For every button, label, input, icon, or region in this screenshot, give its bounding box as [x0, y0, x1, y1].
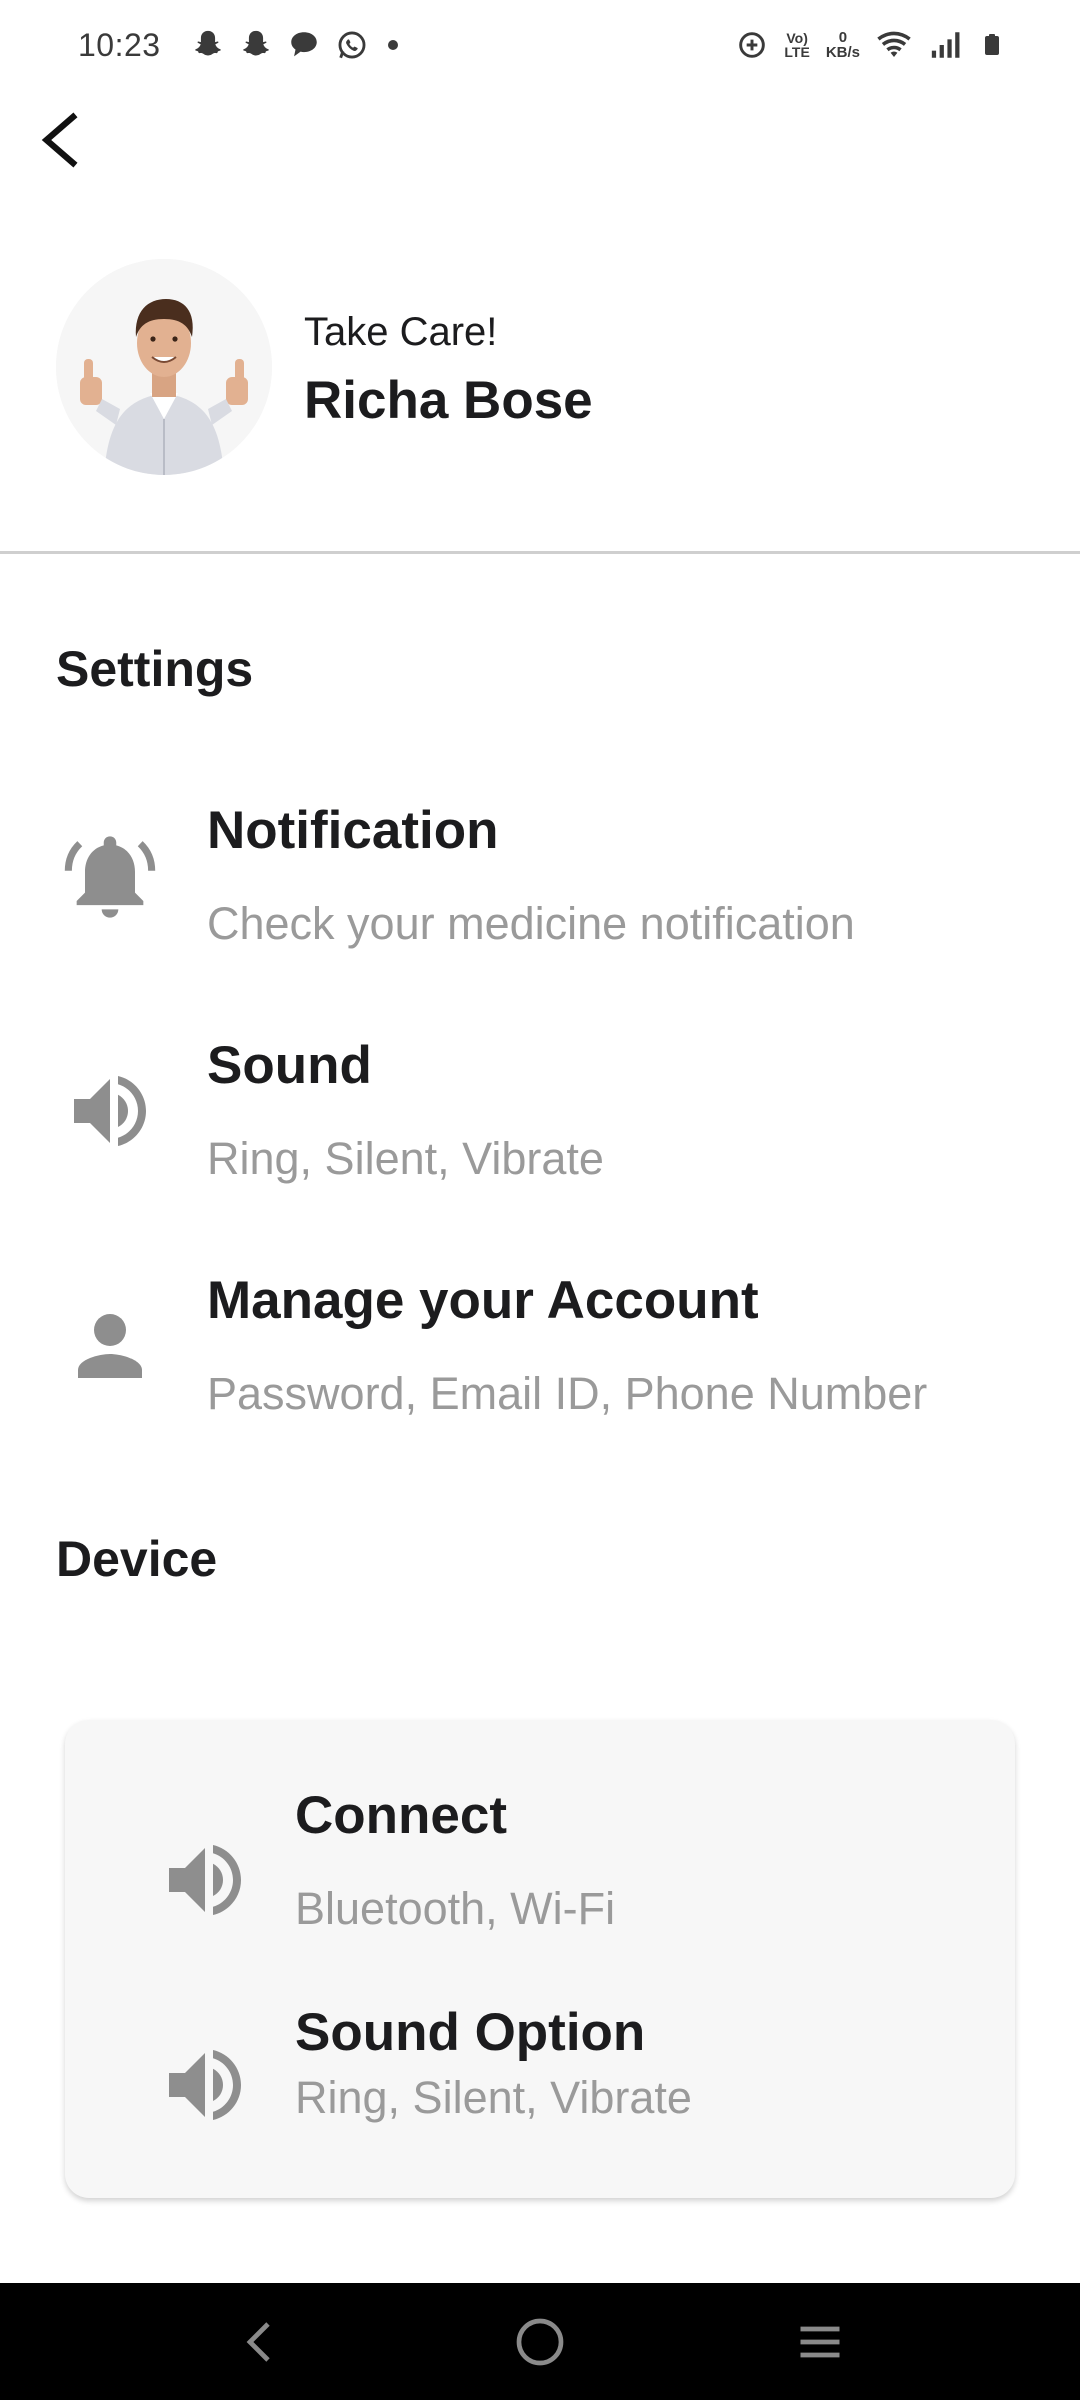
settings-section-title: Settings	[56, 641, 254, 697]
bell-icon	[58, 824, 162, 928]
settings-item-manage-account[interactable]: Manage your Account Password, Email ID, …	[0, 1270, 1080, 1470]
back-button[interactable]	[24, 104, 96, 176]
net-speed: 0 KB/s	[826, 30, 860, 60]
user-name: Richa Bose	[304, 371, 593, 430]
item-subtitle: Check your medicine notification	[207, 898, 855, 949]
speaker-icon	[58, 1059, 162, 1163]
nav-back-icon	[246, 2321, 270, 2362]
volte-indicator: Vo) LTE	[784, 31, 809, 59]
chat-bubble-icon	[290, 32, 317, 57]
snapchat-icon	[194, 30, 221, 56]
nav-back-button[interactable]	[210, 2302, 310, 2382]
item-title: Notification	[207, 801, 499, 860]
volte-top: Vo)	[786, 30, 808, 46]
system-nav-bar	[0, 2283, 1080, 2400]
item-title: Connect	[295, 1786, 507, 1845]
battery-icon	[985, 34, 999, 55]
whatsapp-icon	[338, 31, 366, 59]
notification-icons	[191, 28, 403, 62]
device-item-connect[interactable]: Connect Bluetooth, Wi-Fi	[65, 1785, 1015, 1985]
device-card: Connect Bluetooth, Wi-Fi Sound Option Ri…	[65, 1720, 1015, 2198]
item-title: Sound	[207, 1036, 372, 1095]
nav-home-button[interactable]	[490, 2302, 590, 2382]
person-icon	[58, 1294, 162, 1398]
greeting-text: Take Care!	[304, 310, 498, 354]
nav-home-icon	[516, 2318, 564, 2365]
item-title: Sound Option	[295, 2003, 646, 2062]
signal-icon	[931, 32, 960, 58]
net-speed-unit: KB/s	[825, 44, 860, 61]
status-left: 10:23	[78, 27, 403, 64]
item-subtitle: Ring, Silent, Vibrate	[207, 1133, 604, 1184]
net-speed-value: 0	[838, 29, 848, 46]
status-right: Vo) LTE 0 KB/s	[736, 28, 1004, 62]
avatar[interactable]	[56, 259, 272, 475]
header-divider	[0, 551, 1080, 554]
speaker-icon	[150, 2030, 260, 2140]
speaker-icon	[150, 1825, 260, 1935]
settings-item-sound[interactable]: Sound Ring, Silent, Vibrate	[0, 1035, 1080, 1235]
profile-photo	[56, 259, 272, 475]
device-item-sound-option[interactable]: Sound Option Ring, Silent, Vibrate	[65, 2002, 1015, 2202]
profile-header: Take Care! Richa Bose	[0, 255, 1080, 555]
item-title: Manage your Account	[207, 1271, 759, 1330]
settings-item-notification[interactable]: Notification Check your medicine notific…	[0, 800, 1080, 1000]
nav-menu-icon	[800, 2326, 840, 2357]
back-arrow-icon	[41, 112, 78, 168]
item-subtitle: Ring, Silent, Vibrate	[295, 2072, 692, 2123]
device-section-title: Device	[56, 1531, 218, 1587]
data-saver-icon	[739, 32, 766, 58]
status-time: 10:23	[78, 26, 161, 63]
dot-icon	[387, 40, 398, 50]
status-bar: 10:23 Vo) LTE 0 KB/s	[0, 0, 1080, 90]
volte-bottom: LTE	[784, 44, 810, 60]
item-subtitle: Password, Email ID, Phone Number	[207, 1368, 928, 1419]
wifi-icon	[877, 31, 911, 58]
snapchat-icon	[242, 30, 269, 56]
nav-recents-button[interactable]	[770, 2302, 870, 2382]
item-subtitle: Bluetooth, Wi-Fi	[295, 1883, 616, 1934]
